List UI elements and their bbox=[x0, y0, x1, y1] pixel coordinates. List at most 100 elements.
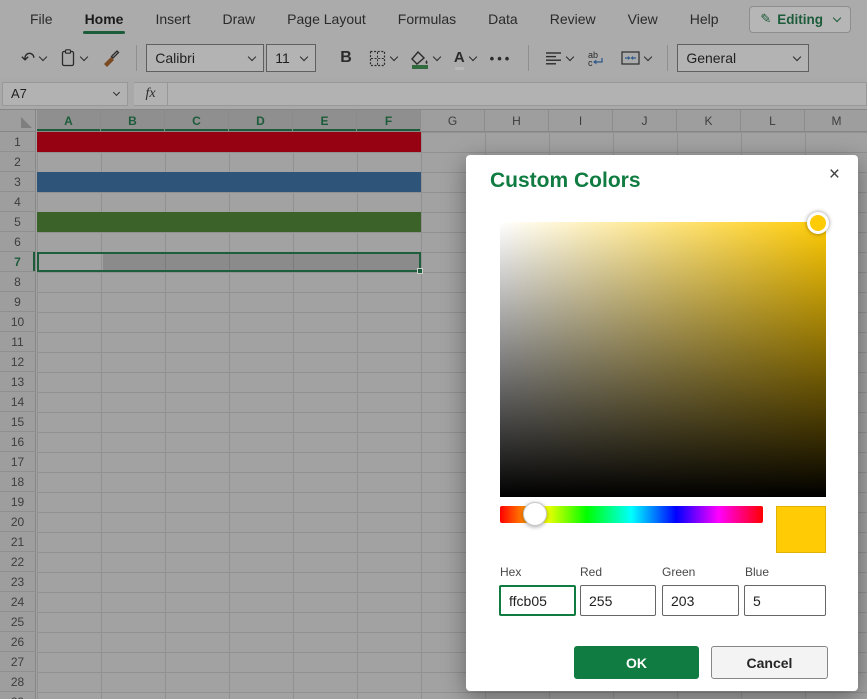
row-header-10[interactable]: 10 bbox=[0, 312, 36, 332]
row-header-2[interactable]: 2 bbox=[0, 152, 36, 172]
saturation-brightness-picker[interactable] bbox=[500, 222, 826, 497]
merge-cells-button[interactable] bbox=[614, 43, 658, 73]
row-header-28[interactable]: 28 bbox=[0, 672, 36, 692]
row-header-1[interactable]: 1 bbox=[0, 132, 36, 152]
column-header-g[interactable]: G bbox=[421, 110, 485, 132]
undo-icon: ↶ bbox=[21, 50, 35, 67]
align-button[interactable] bbox=[538, 43, 580, 73]
chevron-down-icon bbox=[80, 53, 88, 61]
hex-input[interactable] bbox=[499, 585, 576, 616]
font-color-button[interactable]: A bbox=[447, 43, 483, 73]
column-header-k[interactable]: K bbox=[677, 110, 741, 132]
row-header-23[interactable]: 23 bbox=[0, 572, 36, 592]
format-painter-button[interactable] bbox=[94, 43, 127, 73]
row-header-17[interactable]: 17 bbox=[0, 452, 36, 472]
chevron-down-icon bbox=[566, 53, 574, 61]
row-header-15[interactable]: 15 bbox=[0, 412, 36, 432]
undo-button[interactable]: ↶ bbox=[14, 43, 53, 73]
row-header-5[interactable]: 5 bbox=[0, 212, 36, 232]
green-input[interactable] bbox=[662, 585, 739, 616]
column-header-f[interactable]: F bbox=[357, 110, 421, 132]
font-size-select[interactable]: 11 bbox=[266, 44, 316, 72]
green-label: Green bbox=[662, 565, 695, 579]
borders-button[interactable] bbox=[362, 43, 404, 73]
tab-insert[interactable]: Insert bbox=[139, 0, 206, 38]
fill-color-button[interactable] bbox=[404, 43, 447, 73]
tab-data[interactable]: Data bbox=[472, 0, 534, 38]
tab-home[interactable]: Home bbox=[69, 0, 140, 38]
column-header-b[interactable]: B bbox=[101, 110, 165, 132]
cancel-button[interactable]: Cancel bbox=[711, 646, 828, 679]
clipboard-icon bbox=[60, 49, 76, 67]
row-header-9[interactable]: 9 bbox=[0, 292, 36, 312]
column-header-c[interactable]: C bbox=[165, 110, 229, 132]
row-header-26[interactable]: 26 bbox=[0, 632, 36, 652]
color-picker-handle[interactable] bbox=[807, 212, 829, 234]
bold-button[interactable]: B bbox=[330, 43, 362, 73]
wrap-text-button[interactable]: ab c bbox=[580, 43, 614, 73]
ok-button[interactable]: OK bbox=[574, 646, 699, 679]
column-header-e[interactable]: E bbox=[293, 110, 357, 132]
selection-range[interactable] bbox=[37, 252, 421, 272]
chevron-down-icon bbox=[433, 53, 441, 61]
column-header-m[interactable]: M bbox=[805, 110, 867, 132]
filled-row-1[interactable] bbox=[37, 132, 421, 152]
row-header-25[interactable]: 25 bbox=[0, 612, 36, 632]
name-box-value: A7 bbox=[11, 86, 27, 101]
row-header-11[interactable]: 11 bbox=[0, 332, 36, 352]
row-header-21[interactable]: 21 bbox=[0, 532, 36, 552]
row-header-14[interactable]: 14 bbox=[0, 392, 36, 412]
formula-input[interactable] bbox=[168, 82, 867, 106]
tab-view[interactable]: View bbox=[612, 0, 674, 38]
red-input[interactable] bbox=[580, 585, 656, 616]
hue-slider-handle[interactable] bbox=[523, 502, 547, 526]
column-header-h[interactable]: H bbox=[485, 110, 549, 132]
number-format-select[interactable]: General bbox=[677, 44, 809, 72]
row-header-22[interactable]: 22 bbox=[0, 552, 36, 572]
close-icon[interactable]: × bbox=[824, 162, 845, 187]
row-header-8[interactable]: 8 bbox=[0, 272, 36, 292]
blue-label: Blue bbox=[745, 565, 769, 579]
tab-file[interactable]: File bbox=[14, 0, 69, 38]
column-header-a[interactable]: A bbox=[37, 110, 101, 132]
row-header-24[interactable]: 24 bbox=[0, 592, 36, 612]
row-header-27[interactable]: 27 bbox=[0, 652, 36, 672]
custom-colors-dialog: × Custom Colors Hex Red Green Blue OK Ca… bbox=[466, 155, 858, 691]
tab-review[interactable]: Review bbox=[534, 0, 612, 38]
row-header-13[interactable]: 13 bbox=[0, 372, 36, 392]
column-header-l[interactable]: L bbox=[741, 110, 805, 132]
select-all-button[interactable] bbox=[0, 110, 36, 132]
paste-button[interactable] bbox=[53, 43, 94, 73]
insert-function-button[interactable]: fx bbox=[134, 82, 168, 106]
fill-handle[interactable] bbox=[417, 268, 423, 274]
row-header-18[interactable]: 18 bbox=[0, 472, 36, 492]
font-name-select[interactable]: Calibri bbox=[146, 44, 264, 72]
row-header-20[interactable]: 20 bbox=[0, 512, 36, 532]
row-header-4[interactable]: 4 bbox=[0, 192, 36, 212]
editing-mode-button[interactable]: ✎ Editing bbox=[749, 6, 851, 33]
hex-label: Hex bbox=[500, 565, 521, 579]
font-size-value: 11 bbox=[275, 50, 290, 66]
column-headers: ABCDEFGHIJKLM bbox=[37, 110, 867, 132]
hue-slider[interactable] bbox=[500, 506, 763, 523]
row-header-7[interactable]: 7 bbox=[0, 252, 36, 272]
filled-row-3[interactable] bbox=[37, 172, 421, 192]
column-header-i[interactable]: I bbox=[549, 110, 613, 132]
tab-page-layout[interactable]: Page Layout bbox=[271, 0, 382, 38]
column-header-j[interactable]: J bbox=[613, 110, 677, 132]
column-header-d[interactable]: D bbox=[229, 110, 293, 132]
row-header-6[interactable]: 6 bbox=[0, 232, 36, 252]
row-header-19[interactable]: 19 bbox=[0, 492, 36, 512]
row-header-16[interactable]: 16 bbox=[0, 432, 36, 452]
name-box[interactable]: A7 bbox=[2, 82, 128, 106]
more-font-options-button[interactable]: ••• bbox=[483, 43, 520, 73]
row-header-12[interactable]: 12 bbox=[0, 352, 36, 372]
tab-formulas[interactable]: Formulas bbox=[382, 0, 472, 38]
tab-help[interactable]: Help bbox=[674, 0, 735, 38]
filled-row-5[interactable] bbox=[37, 212, 421, 232]
row-header-29[interactable]: 29 bbox=[0, 692, 36, 699]
toolbar-divider bbox=[528, 45, 529, 71]
tab-draw[interactable]: Draw bbox=[206, 0, 271, 38]
blue-input[interactable] bbox=[744, 585, 826, 616]
row-header-3[interactable]: 3 bbox=[0, 172, 36, 192]
